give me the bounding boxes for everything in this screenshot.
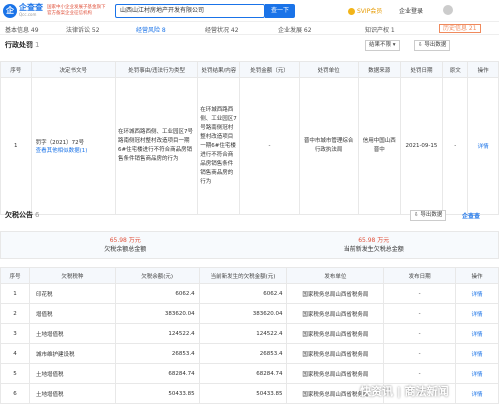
tab-development[interactable]: 企业发展 62 <box>278 25 312 34</box>
export-button[interactable]: ⇩ 导出数据 <box>414 40 451 51</box>
detail-link[interactable]: 详情 <box>455 323 499 344</box>
detail-link[interactable]: 详情 <box>455 343 499 364</box>
logo-sub: Qcc.com <box>19 11 37 17</box>
detail-link[interactable]: 详情 <box>467 77 499 215</box>
avatar[interactable] <box>443 5 453 15</box>
search-button[interactable]: 查一下 <box>265 4 295 18</box>
penalty-table: 序号 决定书文号 处罚事由/违法行为类型 处罚结果/内容 处罚金额（元） 处罚单位 数据来源… <box>0 61 499 215</box>
filter-dropdown[interactable]: 结果不限 ▾ <box>365 40 400 51</box>
tab-history[interactable]: 历史信息 21 <box>439 24 481 33</box>
table-row: 1 印花税 6062.4 6062.4 国家税务总局山西省税务局 - 详情 <box>0 283 499 304</box>
penalty-section: 行政处罚 1 结果不限 ▾ ⇩ 导出数据 序号 决定书文号 处罚事由/违法行为类型 处罚… <box>0 37 499 215</box>
search-input[interactable]: 山西山江村房地产开发有限公司 <box>115 4 265 18</box>
table-row: 4 城市维护建设税 26853.4 26853.4 国家税务总局山西省税务局 - 详情 <box>0 343 499 364</box>
detail-link[interactable]: 详情 <box>455 283 499 304</box>
tax-summary: 65.98 万元 欠税余额总金额 65.98 万元 当前新发生欠税总金额 <box>0 231 499 259</box>
tax-section: 欠税公告 6 ⇩ 导出数据 企查查 65.98 万元 欠税余额总金额 65.98 万… <box>0 207 499 404</box>
cert-text: 国家中小企业发展子基金旗下 官方备案企业征信机构 <box>47 4 106 16</box>
nav-tabs: 基本信息 49 法律诉讼 52 经营风险 8 经营状况 42 企业发展 62 知… <box>0 22 499 35</box>
table-row: 3 土地增值税 124522.4 124522.4 国家税务总局山西省税务局 - 详情 <box>0 323 499 344</box>
table-row: 1 罚字（2021）72号 查看其他相似数据(1) 在环城西路西侧、工业园区7号路… <box>0 77 499 215</box>
tab-ip[interactable]: 知识产权 1 <box>365 25 395 34</box>
tab-basic[interactable]: 基本信息 49 <box>5 25 39 34</box>
crown-icon <box>348 8 355 15</box>
logo[interactable]: 企 企查查 Qcc.com <box>3 2 43 18</box>
detail-link[interactable]: 详情 <box>455 303 499 324</box>
doc-number: 罚字（2021）72号 <box>35 140 85 146</box>
tab-legal[interactable]: 法律诉讼 52 <box>66 25 100 34</box>
login-link[interactable]: 企业登录 <box>399 6 423 15</box>
detail-link[interactable]: 详情 <box>455 383 499 404</box>
tax-export-button[interactable]: ⇩ 导出数据 <box>410 210 447 221</box>
logo-icon: 企 <box>3 3 17 18</box>
tab-risk[interactable]: 经营风险 8 <box>136 25 166 34</box>
tax-logo: 企查查 <box>462 213 481 220</box>
similar-link[interactable]: 查看其他相似数据(1) <box>36 146 115 154</box>
logo-text: 企查查 <box>19 2 43 12</box>
table-row: 5 土地增值税 68284.74 68284.74 国家税务总局山西省税务局 - 详情 <box>0 363 499 384</box>
table-row: 2 增值税 383620.04 383620.04 国家税务总局山西省税务局 - 详情 <box>0 303 499 324</box>
top-bar: 企 企查查 Qcc.com 国家中小企业发展子基金旗下 官方备案企业征信机构 山西山… <box>0 0 499 22</box>
watermark: 快资讯 | 商法新闻 <box>360 385 449 398</box>
svip-link[interactable]: SVIP会员 <box>348 6 382 15</box>
detail-link[interactable]: 详情 <box>455 363 499 384</box>
tab-operation[interactable]: 经营状况 42 <box>205 25 239 34</box>
